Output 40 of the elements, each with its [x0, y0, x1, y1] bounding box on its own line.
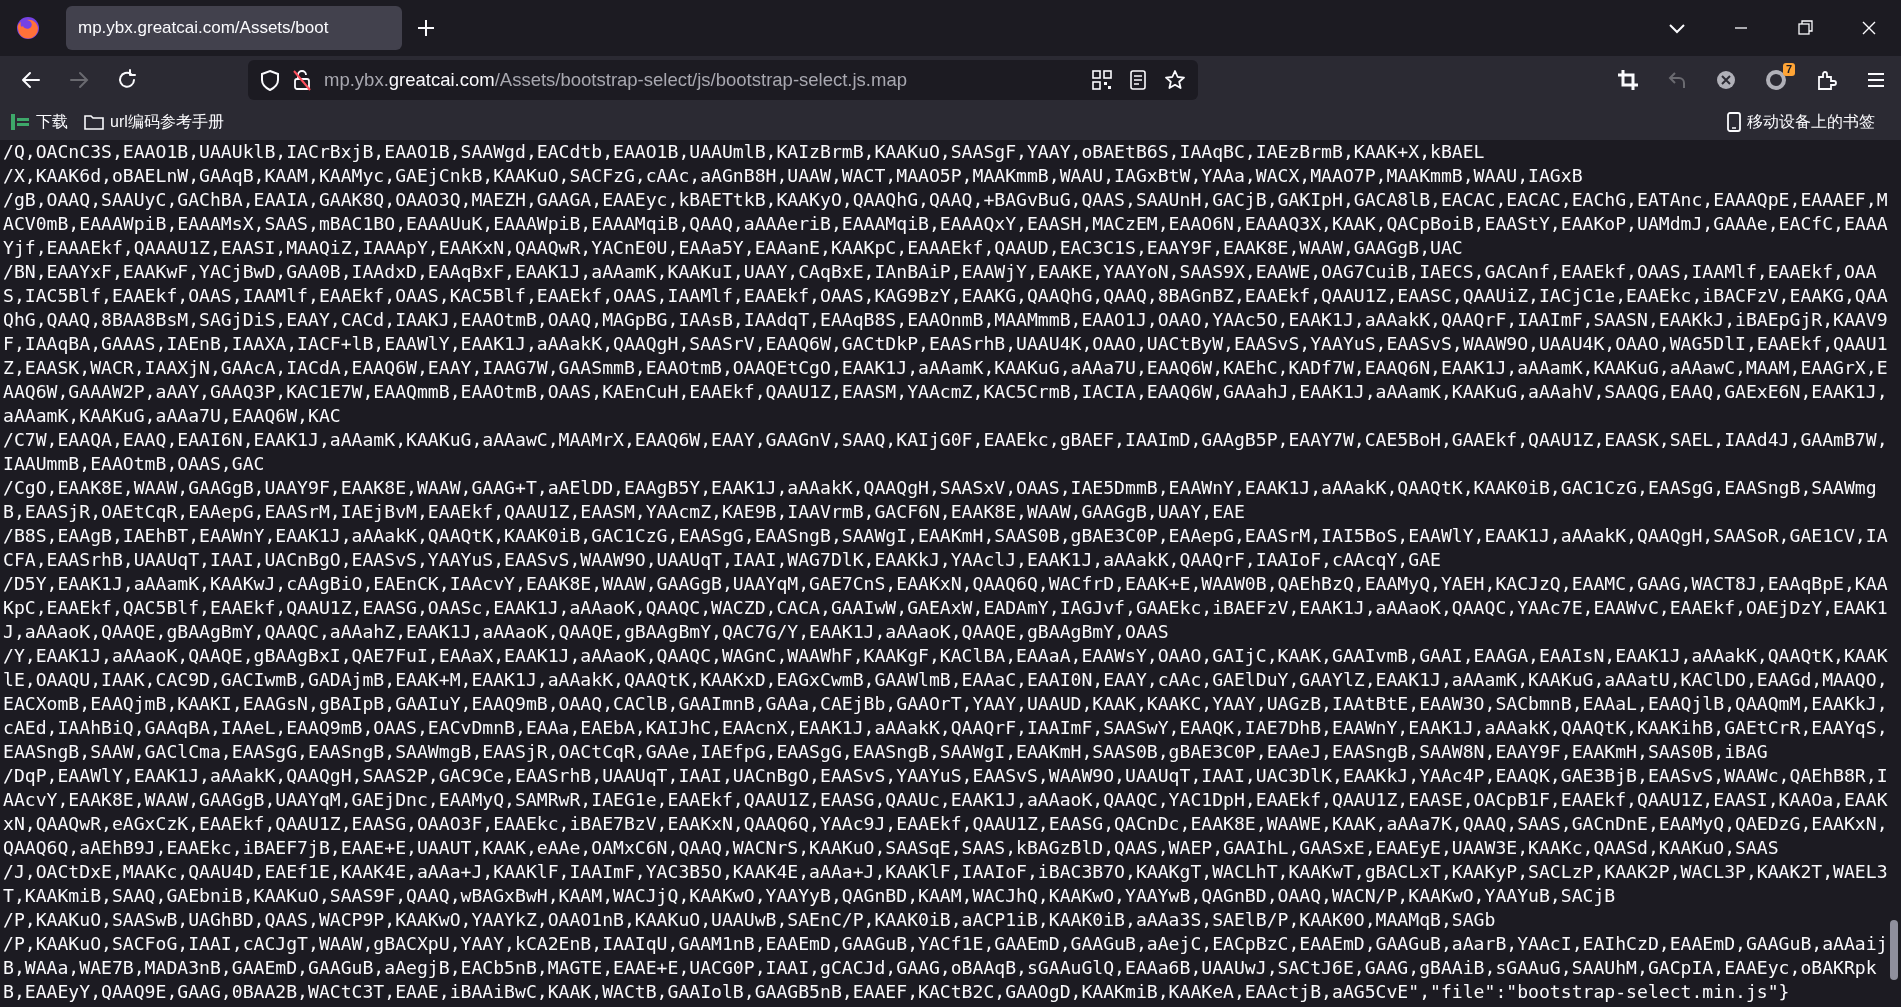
- url-text: mp.ybx.greatcai.com/Assets/bootstrap-select/js/bootstrap-select.js.map: [324, 69, 908, 91]
- folder-icon: [84, 113, 104, 131]
- forward-icon: [68, 69, 90, 91]
- restore-icon[interactable]: [1795, 18, 1815, 38]
- code-line: /CgO,EAAK8E,WAAW,GAAGgB,UAAY9F,EAAK8E,WAAW,GAAG+T,aAElDD,EAAgB5Y,EAAK1J,aAAakK,QAAQgH,SAASxV,OAAS,IAE5DmmB,EAAWnY,EAAK1J,aAAakK,QAAQtK,KAAK0iB,GAC1CzG,EAASgG,EAASngB,SAAWmgB,EAASjR,OAEtCqR,EAAepG,EAASrM,IAEjBvM,EAAEkf,QAAU1Z,EAASM,YAAcmZ,KAE9B,IAAVrmB,GACF6N,EAAK8E,WAAW,GAAGgB,UAAY,EAE: [3, 476, 1878, 524]
- code-line: /BN,EAAYxF,EAAKwF,YACjBwD,GAA0B,IAAdxD,EAAqBxF,EAAK1J,aAAamK,KAAKuI,UAAY,CAqBxE,IAnBAiP,EAAWjY,EAAKE,YAAYoN,SAAS9X,EAAWE,OAG7CuiB,IAECS,GACAnf,EAAEkf,OAAS,IAAMlf,EAAEkf,OAAS,IAC5Blf,EAAEkf,OAAS,IAAMlf,EAAEkf,OAAS,KAC5Blf,EAAEkf,OAAS,IAAMlf,EAAEkf,OAAS,KAG9BzY,EAAKG,QAAQhG,QAAQ,8BAGnBZ,EAAEkf,QAAU1Z,EAASC,QAAUiZ,IACjC1e,EAAEkc,iBACFzV,EAAKG,QAAQhG,QAAQ,8BAA8BsM,SAGjDiS,EAAY,CACd,IAAKJ,EAAOtmB,OAAQ,MAGpBG,IAAsB,IAAdqT,EAAqB8S,EAAOnmB,MAAMmmB,EAAO1J,OAAO,YAAc5O,EAAK1J,aAAakK,QAAQrF,IAAImF,SAASN,EAAKkJ,iBAEpGjR,KAAV9F,IAAqBA,GAAAS,IAEnB,IAAXA,IACF+lB,EAAWlY,EAAK1J,aAAakK,QAAQgH,SAASrV,EAAQ6W,GACtDkP,EAASrhB,UAAU4K,OAAO,UACtByW,EAASvS,YAAYuS,EAASvS,WAAW9O,UAAU4K,OAAO,WAG5DlI,EAAEkf,QAAU1Z,EAASK,WACR,IAAXjN,GAAcA,IACdA,EAAQ6W,EAAY,IAAG7W,GAASmmB,EAAOtmB,OAAQEtCgO,EAAK1J,aAAamK,KAAKuG,aAAa7U,EAAQ6W,KAEhC,KADf7W,EAAQ6N,EAAK1J,aAAamK,KAAKuG,aAAawC,MAAM,EAAGrX,EAAQ6W,GAAAW2P,aAAY,GAAQ3P,KAC1E7W,EAAQmmB,EAAOtmB,OAAS,KAEnCuH,EAAEkf,QAAU1Z,EAASM,YAAcmZ,KAC5CrmB,IACIA,EAAQ6W,GAAahJ,EAAK1J,aAAamK,KAAKuG,aAAahV,SAAQG,EAAQ,GAExE6N,EAAK1J,aAAamK,KAAKuG,aAAa7U,EAAQ6W,KAC: [3, 260, 1888, 428]
- insecure-lock-icon[interactable]: [292, 69, 312, 91]
- code-line: /gB,OAAQ,SAAUyC,GAChBA,EAAIA,GAAK8Q,OAAO3Q,MAEZH,GAAGA,EAAEyc,kBAETtkB,KAAKyO,QAAQhG,QAAQ,+BAGvBuG,QAAS,SAAUnH,GACjB,GAKIpH,GACA8lB,EACAC,EACAC,EAChG,EATAnc,EAAAQpE,EAAAEF,MACV0mB,EAAAWpiB,EAAAMsX,SAAS,mBAC1BO,EAAAUuK,EAAAWpiB,EAAAMqiB,QAAQ,aAAAeriB,EAAAMqiB,EAAAQxY,EAASH,MACzEM,EAAO6N,EAAAQ3X,KAAK,QACpBoiB,EAAStY,EAAKoP,UAMdmJ,GAAAe,EACfC,EAAAYjf,EAAAEkf,QAAAU1Z,EAASI,MAAQiZ,IAAApY,EAAKxN,QAAQwR,YACnE0U,EAAa5Y,EAAanE,KAAKpC,EAAAEkf,QAAUD,EAC3C1S,EAAY9F,EAAK8E,WAAW,GAAGgB,UAC: [3, 188, 1888, 260]
- address-bar[interactable]: mp.ybx.greatcai.com/Assets/bootstrap-select/js/bootstrap-select.js.map: [248, 60, 1198, 100]
- puzzle-icon[interactable]: [1815, 69, 1837, 91]
- code-line: /Q,OACnC3S,EAAO1B,UAAUklB,IACrBxjB,EAAO1B,SAAWgd,EACdtb,EAAO1B,UAAUmlB,KAIzBrmB,KAAKuO,SAASgF,YAAY,oBAEtB6S,IAAqBC,IAEzBrmB,KAAK+X,kBAEL: [3, 140, 1486, 164]
- mobile-bookmarks-item[interactable]: 移动设备上的书签: [1727, 111, 1875, 133]
- code-line: /C7W,EAAQA,EAAQ,EAAI6N,EAAK1J,aAAamK,KAAKuG,aAAawC,MAAMrX,EAAQ6W,EAAY,GAAGnV,SAAQ,KAIjG0F,EAAEkc,gBAEF,IAAImD,GAAgB5P,EAAY7W,CAE5BoH,GAAEkf,QAAU1Z,EAASK,SAEL,IAAd4J,GAAmB7W,IAAUmmB,EAAOtmB,OAAS,GAC: [3, 428, 1888, 476]
- code-line: /Y,EAAK1J,aAAaoK,QAAQE,gBAAgBxI,QAE7FuI,EAAaX,EAAK1J,aAAaoK,QAAQC,WAGnC,WAAWhF,KAAKgF,KAClBA,EAAaA,EAAWsY,OAAO,GAIjC,KAAK,GAAIvmB,GAAI,EAAGA,EAAIsN,EAAK1J,aAAakK,QAAQtK,KAAKlE,OAAQU,IAAK,CAC9D,GACIwmB,GADAjmB,EAAK+M,EAAK1J,aAAakK,QAAQtK,KAAKxD,EAGxCwmB,GAAWlmB,EAAaC,EAAI0N,EAAY,cAAc,GAElDuY,GAAYlZ,EAAK1J,aAAamK,KAAKuG,aAAatU,KAClDO,EAAGd,MAAQO,EACXomB,EAAQjmB,KAAKI,EAAGsN,gBAIpB,GAAIuY,EAAQ9mB,OAAQ,CAClB,GAAImnB,GAAa,CAEjBb,GAAOrT,YAAY,UAAUD,KAAK,KAAKC,YAAY,UAGzB,IAAtBtE,EAAW3O,SACbmnB,EAAaL,EAAQjlB,QAAQmM,EAAKkJ,cAEd,IAAhBiQ,GAAqBA,IAAeL,EAAQ9mB,OAAS,EACvDmnB,EAAa,EAEbA,KAIJhC,EAAcnX,EAAK1J,aAAakK,QAAQrF,IAAImF,SAASwY,EAAQK,IAE7DhB,EAAWnY,EAAK1J,aAAakK,QAAQtK,KAAKihB,GAEtCrR,EAAYqS,EAASngB,SAAW,GAClCma,EAASgG,EAASngB,SAAWmgB,EAASjR,OACtCqR,GAAe,IAEfpG,EAASgG,EAASngB,SAAWgI,EAAKmH,SAAS0B,gBAE3C0P,EAAeJ,EAASngB,SAAW8N,EAAY9F,EAAKmH,SAAS0B,iBAG: [3, 644, 1888, 764]
- code-line: /B8S,EAAgB,IAEhBT,EAAWnY,EAAK1J,aAAakK,QAAQtK,KAAK0iB,GAC1CzG,EAASgG,EAASngB,SAAWgI,EAAKmH,SAAS0B,gBAE3C0P,EAAepG,EAASrM,IAI5BoS,EAAWlY,EAAK1J,aAAakK,QAAQgH,SAASoR,GAE1CV,IACFA,EAASrhB,UAAUqT,IAAI,UACnBgO,EAASvS,YAAYuS,EAASvS,WAAW9O,UAAUqT,IAAI,WAG7DlK,EAAKkJ,YAAclJ,EAAK1J,aAAakK,QAAQrF,IAAIoF,cAAcqY,GAE: [3, 524, 1888, 572]
- back-icon[interactable]: [20, 69, 42, 91]
- bars-icon: [10, 112, 30, 132]
- circle-extension-icon[interactable]: [1765, 69, 1787, 91]
- code-line: /X,KAAK6d,oBAELnW,GAAqB,KAAM,KAAMyc,GAEjCnkB,KAAKuO,SACFzG,cAAc,aAGnB8H,UAAW,WACT,MAAO5P,MAAKmmB,WAAU,IAGxBtW,YAAa,WACX,MAAO7P,MAAKmmB,WAAU,IAGxB: [3, 164, 1584, 188]
- code-line: /D5Y,EAAK1J,aAAamK,KAAKwJ,cAAgBiO,EAEnCK,IAAcvY,EAAK8E,WAAW,GAAGgB,UAAYqM,GAE7CnS,EAAKxN,QAAQ6Q,WACfrD,EAAK+E,WAAW0B,QAEhBzQ,EAAMyQ,YAEH,KACJzQ,EAAMC,GAAG,WACT8J,EAAqBpE,KAAKpC,EAAEkf,QAC5Blf,EAAEkf,QAAU1Z,EAASG,OAASc,EAAK1J,aAAaoK,QAAQC,WACZD,CACA,GAAIwW,GAEAxW,EADAmY,IAGJvf,GAAEkc,iBAEFzV,EAAK1J,aAAaoK,QAAQC,YAAc7E,EAAWvC,EAAEkf,OAEjDzY,EAAK1J,aAAaoK,QAAQE,gBAAgBmY,QAAQC,aAAahZ,EAAK1J,aAAaoK,QAAQE,gBAAgBmY,QAC7G/Y,EAAK1J,aAAaoK,QAAQE,gBAAgBmY,OAAS: [3, 572, 1888, 644]
- code-line: /P,KAAKuO,SAASwB,UAGhBD,QAAS,WACP9P,KAAKwO,YAAYkZ,OAAO1nB,KAAKuO,UAAUwB,SAEnC/P,KAAK0iB,aACP1iB,KAAK0iB,aAAa3S,SAElB/P,KAAK0O,MAAMqB,SAGb: [3, 908, 1497, 932]
- bookmark-item[interactable]: url编码参考手册: [84, 111, 224, 133]
- new-tab-icon[interactable]: [416, 18, 436, 38]
- reload-icon[interactable]: [116, 69, 138, 91]
- extension-icon[interactable]: [1715, 69, 1737, 91]
- extension-badge: 7: [1782, 63, 1795, 76]
- code-line: /J,OACtDxE,MAAKc,QAAU4D,EAEf1E,KAAK4E,aAAa+J,KAAKlF,IAAImF,YAC3B5O,KAAK4E,aAAa+J,KAAKlF,IAAIoF,iBAC3B7O,KAAKgT,WACLhT,KAAKwT,gBACLxT,KAAKyP,SACLzP,KAAK2P,WACL3P,KAAK2T,WAEL3T,KAAKmiB,SAAQ,GAEbniB,KAAKuO,SAAS9F,QAAQ,wBAGxBwH,KAAM,WACJjQ,KAAKwO,YAAYyB,QAGnBD,KAAM,WACJhQ,KAAKwO,YAAYwB,QAGnBD,OAAQ,WACN/P,KAAKwO,YAAYuB,SACjB: [3, 860, 1888, 908]
- crop-icon[interactable]: [1617, 69, 1639, 91]
- bookmark-item[interactable]: 下载: [10, 111, 68, 133]
- phone-icon: [1727, 112, 1741, 132]
- undo-arrow-icon: [1667, 70, 1687, 90]
- shield-icon[interactable]: [260, 69, 280, 91]
- qr-code-icon[interactable]: [1092, 70, 1112, 90]
- browser-logo-icon[interactable]: [15, 15, 41, 41]
- star-icon[interactable]: [1164, 69, 1186, 91]
- browser-tab[interactable]: mp.ybx.greatcai.com/Assets/boot: [66, 6, 402, 50]
- code-line: /DqP,EAAWlY,EAAK1J,aAAakK,QAAQgH,SAAS2P,GAC9Ce,EAASrhB,UAAUqT,IAAI,UACnBgO,EAASvS,YAAYuS,EAASvS,WAAW9O,UAAUqT,IAAI,UAC3DlK,EAAKkJ,YAAc4P,EAAQK,GAE3BjB,EAASvS,WAAWc,QAEhB8R,IAAcvY,EAAK8E,WAAW,GAAGgB,UAAYqM,GAEjDnc,EAAMyQ,SAMRwR,IAEG1e,EAAEkf,QAAU1Z,EAASG,QAAUc,EAAK1J,aAAaoK,QAAQC,YAC1DpH,EAAEkf,QAAU1Z,EAASE,OACpB1F,EAAEkf,QAAU1Z,EAASI,KAAOa,EAAKxN,QAAQwR,eAGxCzK,EAAEkf,QAAU1Z,EAASG,OAAO3F,EAAEkc,iBAE7BzV,EAAKxN,QAAQ6Q,YAAc9J,EAAEkf,QAAU1Z,EAASG,QACnDc,EAAK8E,WAAWE,KAAK,aAAa7K,QAAQ,SAAS,GACnDnE,EAAMyQ,QAEDzG,EAAKxN,QAAQ6Q,aAEhB9J,EAAEkc,iBAEF7jB,EAAE+E,UAAUT,KAAK,eAAe,OAMxC6N,QAAQ,WACNrS,KAAKuO,SAASqE,SAAS,kBAGzBlD,QAAS,WAEP,GAAIhL,GAASxE,EAAEyE,UAAW3E,KAAKc,QAASd,KAAKuO,SAAS: [3, 764, 1888, 860]
- code-line: /P,KAAKuO,SACFoG,IAAI,cACJgT,WAAW,gBACXpU,YAAY,kCA2EnB,IAAIqU,GAAM1nB,EAAEmD,GAAGuB,YACf1E,GAAEmD,GAAGuB,aAejC,EACpBzC,EAAEmD,GAAGuB,aAarB,YAAcI,EAIhCzD,EAAEmD,GAAGuB,aAAaijB,WAAa,WAE7B,MADA3nB,GAAEmD,GAAGuB,aAegjB,EACb5nB,MAGTE,EAAE+E,UACG0P,IAAI,gCACJd,GAAG,oBAAqB,sGAAuGlQ,EAAa6B,UAAUwJ,SACtJ6E,GAAG,gBAAiB,sGAAuG,SAAUhM,GACpIA,EAAEyc,oBAKRpkB,EAAEyY,QAAQ9E,GAAG,0BAA2B,WACtC3T,EAAE,iBAAiBwC,KAAK,WACtB,GAAIolB,GAAGB5nB,EAAEF,KACtB2C,GAAOgD,KAAKmiB,KAAKeA,EAActjB,aAG5CvE","file":"bootstrap-select.min.js"}: [3, 932, 1888, 1004]
- reader-view-icon[interactable]: [1128, 70, 1148, 90]
- scrollbar-thumb[interactable]: [1890, 920, 1898, 980]
